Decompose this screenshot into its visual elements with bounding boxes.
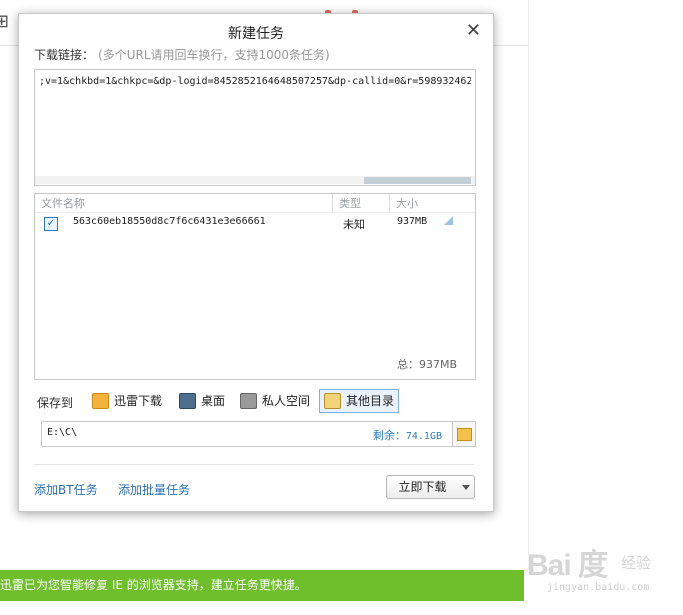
add-tab-icon: ⊞ (0, 11, 10, 32)
header-divider (35, 212, 475, 213)
column-header-type: 类型 (339, 197, 361, 210)
remaining-space: 剩余：74.1GB (373, 427, 442, 443)
column-separator[interactable] (332, 194, 333, 212)
total-size: 总：937MB (396, 358, 457, 371)
save-path-value[interactable]: E:\C\ (47, 427, 77, 438)
save-option-label: 其他目录 (346, 394, 395, 408)
file-type: 未知 (343, 218, 365, 231)
close-icon[interactable]: ✕ (466, 22, 481, 40)
column-header-size: 大小 (396, 197, 418, 210)
status-bar-text: 迅雷已为您智能修复 IE 的浏览器支持，建立任务更快捷。 (0, 578, 307, 592)
scrollbar-thumb[interactable] (364, 177, 471, 184)
save-option-label: 私人空间 (262, 394, 311, 408)
save-option-label: 桌面 (201, 394, 226, 408)
save-option-label: 迅雷下载 (114, 394, 163, 408)
browse-folder-button[interactable] (452, 421, 476, 447)
add-batch-task-link[interactable]: 添加批量任务 (118, 481, 190, 498)
download-now-button[interactable]: 立即下载 (386, 475, 459, 499)
watermark: Bai 度 经验 jingyan.baidu.com (525, 538, 683, 598)
file-name: 563c60eb18550d8c7f6c6431e3e66661 (73, 216, 266, 227)
other-folder-icon (324, 392, 341, 409)
footer-divider (34, 464, 474, 465)
remaining-value: 74.1GB (405, 431, 442, 442)
dialog-title: 新建任务 (228, 26, 284, 42)
url-input[interactable]: ;v=1&chkbd=1&chkpc=&dp-logid=84528521646… (34, 69, 476, 186)
remaining-label: 剩余： (372, 429, 406, 442)
background-divider (528, 0, 529, 570)
save-option-thunder[interactable]: 迅雷下载 (88, 390, 166, 412)
watermark-subtitle: 经验 (621, 555, 652, 572)
thunder-folder-icon (92, 392, 109, 409)
folder-icon (457, 428, 472, 441)
add-bt-task-link[interactable]: 添加BT任务 (34, 481, 98, 498)
column-header-name: 文件名称 (41, 197, 85, 210)
save-path-field[interactable]: E:\C\ 剩余：74.1GB (41, 421, 453, 447)
chevron-down-icon (462, 485, 470, 490)
column-separator[interactable] (389, 194, 390, 212)
save-option-private[interactable]: 私人空间 (236, 390, 314, 412)
file-list: 文件名称 类型 大小 ✓ 563c60eb18550d8c7f6c6431e3e… (34, 193, 476, 380)
resize-handle-icon[interactable] (444, 216, 453, 225)
watermark-logo: Bai 度 (527, 549, 608, 582)
file-size: 937MB (397, 216, 428, 227)
watermark-url: jingyan.baidu.com (547, 582, 650, 593)
desktop-icon (179, 392, 196, 409)
new-task-dialog: 新建任务 ✕ 下载链接： (多个URL请用回车换行，支持1000条任务) ;v=1… (18, 13, 494, 512)
url-value[interactable]: ;v=1&chkbd=1&chkpc=&dp-logid=84528521646… (39, 76, 471, 87)
private-space-icon (240, 392, 257, 409)
url-hint: (多个URL请用回车换行，支持1000条任务) (98, 48, 330, 62)
download-options-dropdown[interactable] (458, 475, 475, 499)
save-option-other[interactable]: 其他目录 (319, 389, 400, 413)
status-bar: 迅雷已为您智能修复 IE 的浏览器支持，建立任务更快捷。 (0, 570, 524, 601)
url-label: 下载链接： (多个URL请用回车换行，支持1000条任务) (34, 46, 330, 63)
url-label-text: 下载链接： (34, 48, 95, 62)
save-to-label: 保存到 (37, 396, 74, 410)
save-option-desktop[interactable]: 桌面 (175, 390, 229, 412)
file-checkbox[interactable]: ✓ (44, 217, 58, 231)
